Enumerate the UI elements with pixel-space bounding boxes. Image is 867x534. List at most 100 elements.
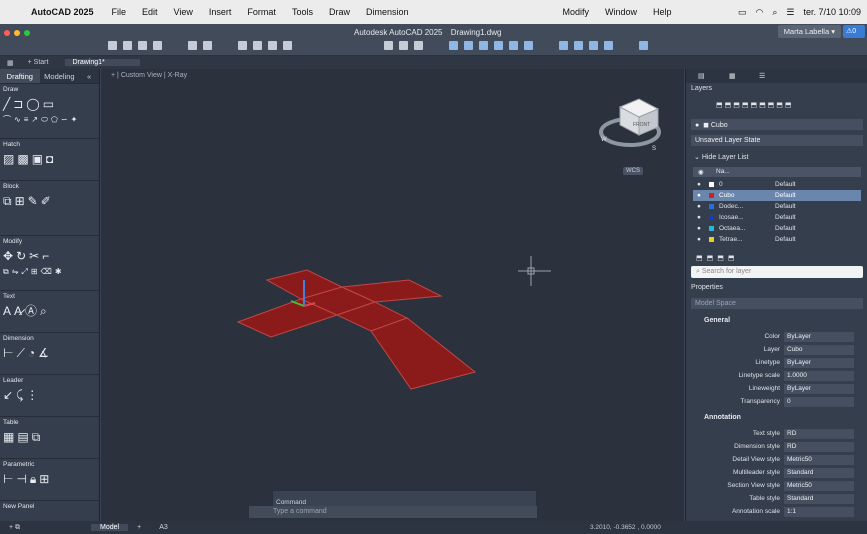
text-icon[interactable]: A̷ [14,304,22,318]
command-input[interactable]: Type a command [249,506,537,518]
menu-grid-icon[interactable]: ▦ [0,59,21,67]
layer-search-input[interactable]: ⌕ Search for layer [691,266,863,278]
spline-icon[interactable]: ∿ [14,115,21,125]
tool-icon-5[interactable] [509,41,518,50]
prop-dimension-style[interactable]: Dimension style RD [686,441,867,453]
prop-value[interactable]: 1.0000 [784,371,854,381]
array-icon[interactable]: ⊞ [31,267,38,277]
table-edit-icon[interactable]: ▤ [17,430,28,444]
visible-icon[interactable]: ● [697,192,701,199]
tab-drawing1[interactable]: Drawing1* [65,59,141,66]
plot-icon[interactable] [238,41,247,50]
viewcube-face[interactable]: FRONT [633,122,650,128]
drawing-canvas[interactable]: + | Custom View | X-Ray FRONT W S WCS Co… [101,69,684,521]
rotate-icon[interactable]: ↻ [16,249,26,263]
table-link-icon[interactable]: ⧉ [32,430,41,444]
line-icon[interactable]: ╱ [3,97,10,111]
selection-dropdown[interactable]: Model Space [691,298,863,309]
rectangle-icon[interactable]: ▭ [43,97,54,111]
ray-icon[interactable]: ↗ [31,115,38,125]
tab-drafting[interactable]: Drafting [0,69,40,83]
layer-color[interactable] [709,226,714,231]
tool-icon-10[interactable] [604,41,613,50]
prop-value[interactable]: RD [784,429,854,439]
menu-dimension[interactable]: Dimension [366,7,409,17]
layer-state-dropdown[interactable]: Unsaved Layer State [691,135,863,146]
search-icon[interactable]: ⌕ [772,7,777,18]
lock-icon[interactable]: 🔒︎ [30,472,36,486]
undo-icon[interactable] [188,41,197,50]
move-icon[interactable]: ✥ [3,249,13,263]
prop-annotation-scale[interactable]: Annotation scale 1:1 [686,506,867,518]
prop-section-view-style[interactable]: Section View style Metric50 [686,480,867,492]
collapse-icon[interactable]: « [79,69,99,83]
explode-icon[interactable]: ✱ [55,267,62,277]
prop-value[interactable]: 1:1 [784,507,854,517]
prop-lineweight[interactable]: Lineweight ByLayer [686,383,867,395]
section-dimension-title[interactable]: Dimension [3,335,96,344]
name-col-header[interactable]: Na... [716,168,730,175]
properties-icon[interactable] [399,41,408,50]
add-tab-icon[interactable]: + [128,524,150,531]
layer-row[interactable]: ● Dodec... Default [693,201,861,212]
layer-color[interactable] [709,182,714,187]
layer-row[interactable]: ● 0 Default [693,179,861,190]
cube-net[interactable] [236,269,477,390]
visible-icon[interactable]: ● [697,225,701,232]
layer-tool-icons[interactable]: ⬒⬒⬒⬒⬒⬒⬒⬒⬒ [716,101,794,109]
tool-icon-6[interactable] [524,41,533,50]
layers-tab-icon[interactable]: ▤ [698,72,705,80]
radius-dim-icon[interactable]: ◔ [28,346,35,360]
wifi-icon[interactable]: ◠ [755,7,763,18]
menu-file[interactable]: File [112,7,127,17]
tool-icon-3[interactable] [479,41,488,50]
prop-layer[interactable]: Layer Cubo [686,344,867,356]
boundary-icon[interactable]: ▣ [32,152,43,166]
angular-dim-icon[interactable]: ∡ [38,346,49,360]
table-icon[interactable]: ▦ [3,430,14,444]
trim-icon[interactable]: ✂ [29,249,39,263]
menu-view[interactable]: View [174,7,193,17]
arc-icon[interactable]: ⌒ [3,115,11,125]
prop-text-style[interactable]: Text style RD [686,428,867,440]
tool-icon-7[interactable] [559,41,568,50]
prop-value[interactable]: ByLayer [784,358,854,368]
fillet-icon[interactable]: ⌐ [42,249,49,263]
prop-value[interactable]: Standard [784,494,854,504]
minimize-button[interactable] [14,30,20,36]
alert-badge[interactable]: ⚠0 [843,25,865,38]
battery-icon[interactable]: ▭ [738,7,747,18]
open-icon[interactable] [123,41,132,50]
clock[interactable]: ter. 7/10 10:09 [803,7,861,17]
visible-icon[interactable]: ● [697,214,701,221]
batch-plot-icon[interactable] [268,41,277,50]
aligned-dim-icon[interactable]: ⟋ [16,346,24,360]
prop-value[interactable]: Standard [784,468,854,478]
layer-color[interactable] [709,237,714,242]
mtext-icon[interactable]: A [3,304,11,318]
edit-block-icon[interactable]: ✎ [28,194,38,208]
layer-color[interactable] [709,193,714,198]
prop-value[interactable]: ByLayer [784,384,854,394]
section-new-panel-title[interactable]: New Panel [3,503,96,512]
menu-window[interactable]: Window [605,7,637,17]
erase-icon[interactable]: ⌫ [41,267,52,277]
page-setup-icon[interactable] [283,41,292,50]
layer-row[interactable]: ● Tetrae... Default [693,234,861,245]
tab-start[interactable]: + Start [21,59,56,66]
tab-modeling[interactable]: Modeling [39,69,80,83]
layer-color[interactable] [709,215,714,220]
prop-multileader-style[interactable]: Multileader style Standard [686,467,867,479]
scale-icon[interactable]: ⤢ [21,267,27,277]
xline-icon[interactable]: ≡ [24,115,29,125]
menu-modify[interactable]: Modify [563,7,590,17]
tool-icon-4[interactable] [494,41,503,50]
redo-icon[interactable] [203,41,212,50]
app-menu[interactable]: AutoCAD 2025 [31,7,94,17]
section-parametric-title[interactable]: Parametric [3,461,96,470]
section-draw-title[interactable]: Draw [3,86,96,95]
layer-row[interactable]: ● Cubo Default [693,190,861,201]
model-tab[interactable]: Model [91,524,129,531]
prop-value[interactable]: RD [784,442,854,452]
menu-help[interactable]: Help [653,7,672,17]
